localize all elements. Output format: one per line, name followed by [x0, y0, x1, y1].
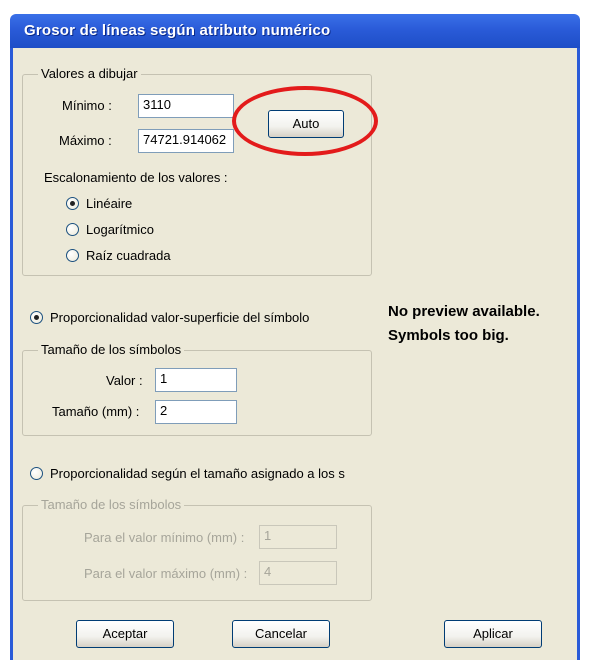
accept-button[interactable]: Aceptar [76, 620, 174, 648]
preview-message: No preview available. Symbols too big. [388, 300, 540, 348]
valor-input[interactable]: 1 [155, 368, 237, 392]
window-title: Grosor de líneas según atributo numérico [24, 22, 331, 39]
tamano-mm-label: Tamaño (mm) : [52, 404, 140, 419]
preview-line-1: No preview available. [388, 303, 540, 320]
tamano-legend: Tamaño de los símbolos [38, 342, 185, 357]
max-mm-label: Para el valor máximo (mm) : [84, 566, 248, 581]
radio-raiz-cuadrada-label[interactable]: Raíz cuadrada [86, 248, 171, 263]
max-label: Máximo : [59, 133, 112, 148]
valores-legend: Valores a dibujar [38, 66, 141, 81]
radio-logaritmico[interactable] [66, 223, 79, 236]
tamano-legend-disabled: Tamaño de los símbolos [38, 497, 185, 512]
radio-prop-superficie[interactable] [30, 311, 43, 324]
prop-tamano-label[interactable]: Proporcionalidad según el tamaño asignad… [50, 466, 372, 481]
min-mm-input[interactable]: 1 [259, 525, 337, 549]
radio-lineaire[interactable] [66, 197, 79, 210]
min-label: Mínimo : [62, 98, 112, 113]
radio-logaritmico-label[interactable]: Logarítmico [86, 222, 154, 237]
cancel-button[interactable]: Cancelar [232, 620, 330, 648]
prop-superficie-label[interactable]: Proporcionalidad valor-superficie del sí… [50, 310, 309, 325]
tamano-mm-input[interactable]: 2 [155, 400, 237, 424]
max-input[interactable]: 74721.914062 [138, 129, 234, 153]
min-mm-label: Para el valor mínimo (mm) : [84, 530, 245, 545]
tamano-group-disabled [22, 505, 372, 601]
min-input[interactable]: 3110 [138, 94, 234, 118]
max-mm-input[interactable]: 4 [259, 561, 337, 585]
radio-prop-tamano[interactable] [30, 467, 43, 480]
valor-label: Valor : [106, 373, 143, 388]
apply-button[interactable]: Aplicar [444, 620, 542, 648]
highlight-circle [232, 86, 378, 156]
title-bar[interactable]: Grosor de líneas según atributo numérico [10, 14, 580, 48]
radio-raiz-cuadrada[interactable] [66, 249, 79, 262]
preview-line-2: Symbols too big. [388, 327, 509, 344]
radio-lineaire-label[interactable]: Linéaire [86, 196, 132, 211]
escalonamiento-label: Escalonamiento de los valores : [44, 170, 228, 185]
